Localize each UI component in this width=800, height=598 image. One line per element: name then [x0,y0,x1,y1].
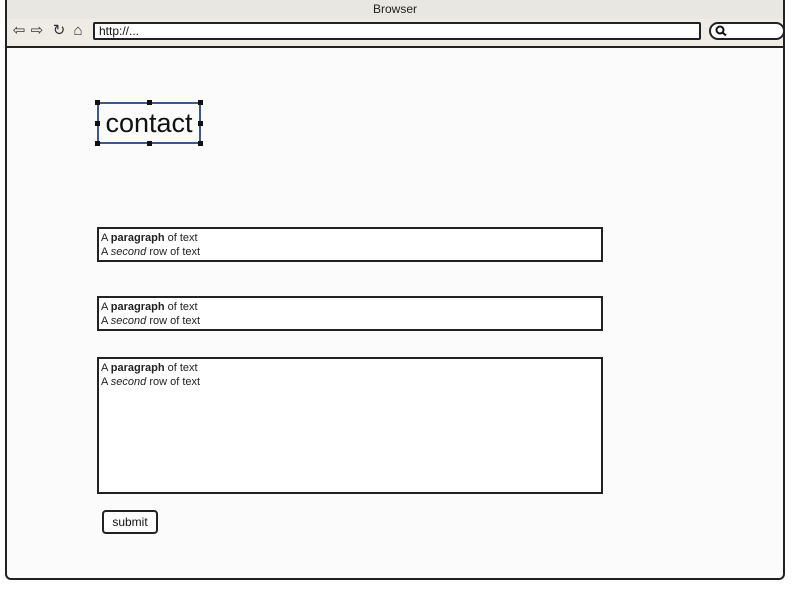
selection-handle[interactable] [147,100,152,105]
address-bar[interactable]: http://... [93,22,701,40]
search-field[interactable] [709,22,785,40]
selection-handle[interactable] [198,121,203,126]
heading-selection[interactable]: contact [95,100,203,146]
window-title: Browser [372,2,417,16]
submit-button[interactable]: submit [102,510,158,534]
text-field-2[interactable]: A paragraph of text A second row of text [97,296,603,331]
forward-arrow-icon[interactable]: ⇨ [29,23,45,39]
text-line: A paragraph of text [101,301,198,313]
back-arrow-icon[interactable]: ⇦ [11,23,27,39]
text-line: A paragraph of text [101,362,198,374]
text-line: A second row of text [101,376,201,388]
text-line: A second row of text [101,246,201,258]
message-textarea[interactable]: A paragraph of text A second row of text [97,357,603,494]
home-icon[interactable]: ⌂ [70,23,86,39]
page-heading: contact [105,108,193,138]
text-line: A paragraph of text [101,232,198,244]
address-bar-text: http://... [99,24,140,38]
selection-handle[interactable] [95,141,100,146]
search-icon [715,25,727,37]
selection-handle[interactable] [198,100,203,105]
browser-toolbar: ⇦ ⇨ ↻ ⌂ http://... [7,19,785,48]
reload-icon[interactable]: ↻ [51,23,67,39]
browser-window: Browser ⇦ ⇨ ↻ ⌂ http://... contact A par… [5,0,785,580]
selection-handle[interactable] [95,100,100,105]
selection-handle[interactable] [147,141,152,146]
selection-handle[interactable] [95,121,100,126]
window-titlebar: Browser [7,0,783,20]
selection-handle[interactable] [198,141,203,146]
text-line: A second row of text [101,315,201,327]
text-field-1[interactable]: A paragraph of text A second row of text [97,227,603,262]
